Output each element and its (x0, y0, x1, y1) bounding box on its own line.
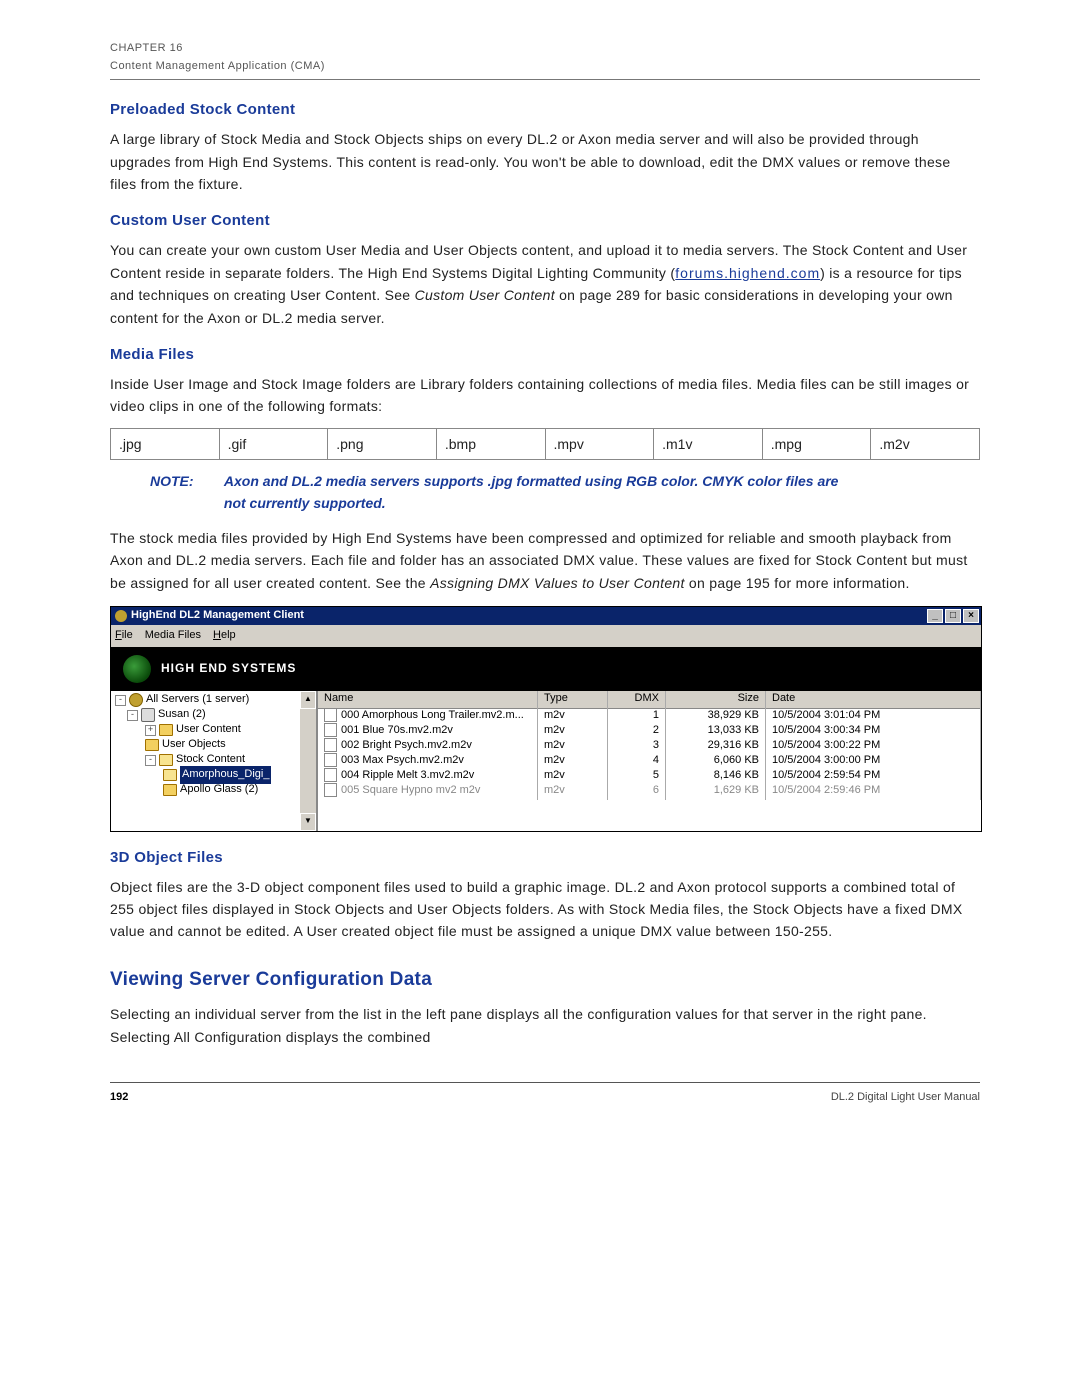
titlebar[interactable]: HighEnd DL2 Management Client _ □ × (111, 607, 981, 625)
brand-bar: HIGH END SYSTEMS (111, 647, 981, 691)
heading-viewing-server: Viewing Server Configuration Data (110, 965, 980, 995)
collapse-icon[interactable]: - (145, 755, 156, 766)
folder-open-icon (159, 754, 173, 766)
ref-assigning-dmx: Assigning DMX Values to User Content (430, 575, 685, 591)
para-media-2b: on page 195 for more information. (685, 575, 910, 591)
para-custom: You can create your own custom User Medi… (110, 239, 980, 329)
menu-media-files[interactable]: Media Files (145, 627, 201, 645)
note-body: Axon and DL.2 media servers supports .jp… (224, 470, 844, 515)
fmt-cell: .mpg (762, 428, 871, 459)
menu-file[interactable]: File (115, 627, 133, 645)
server-icon (141, 708, 155, 722)
fmt-cell: .bmp (436, 428, 545, 459)
tree-root[interactable]: - All Servers (1 server) (111, 693, 316, 708)
fmt-cell: .mpv (545, 428, 654, 459)
file-icon (324, 783, 337, 797)
section-label: Content Management Application (CMA) (110, 58, 980, 76)
cell-name: 002 Bright Psych.mv2.m2v (341, 739, 472, 751)
fmt-cell: .m1v (654, 428, 763, 459)
col-type[interactable]: Type (538, 691, 608, 708)
heading-preloaded: Preloaded Stock Content (110, 98, 980, 122)
cell-type: m2v (538, 782, 608, 800)
header-rule (110, 79, 980, 80)
app-icon (115, 610, 127, 622)
collapse-icon[interactable]: - (127, 710, 138, 721)
tree-apollo[interactable]: Apollo Glass (2) (111, 783, 316, 798)
fmt-cell: .m2v (871, 428, 980, 459)
maximize-button[interactable]: □ (945, 609, 961, 623)
expand-icon[interactable]: + (145, 725, 156, 736)
note-label: NOTE: (150, 470, 220, 492)
cell-size: 1,629 KB (666, 782, 766, 800)
formats-table: .jpg .gif .png .bmp .mpv .m1v .mpg .m2v (110, 428, 980, 460)
brand-text: HIGH END SYSTEMS (161, 659, 296, 678)
heading-custom: Custom User Content (110, 209, 980, 233)
brand-logo-icon (123, 655, 151, 683)
window-title: HighEnd DL2 Management Client (131, 607, 304, 625)
file-icon (324, 738, 337, 752)
collapse-icon[interactable]: - (115, 695, 126, 706)
tree-apollo-label: Apollo Glass (2) (180, 781, 258, 799)
para-media-2: The stock media files provided by High E… (110, 527, 980, 594)
cell-name: 005 Square Hypno mv2 m2v (341, 784, 480, 796)
cell-name: 003 Max Psych.mv2.m2v (341, 754, 464, 766)
fmt-cell: .gif (219, 428, 328, 459)
file-icon (324, 768, 337, 782)
para-3d-object: Object files are the 3-D object componen… (110, 876, 980, 943)
list-item[interactable]: 005 Square Hypno mv2 m2v m2v 6 1,629 KB … (318, 784, 981, 799)
cell-name: 004 Ripple Melt 3.mv2.m2v (341, 769, 474, 781)
col-size[interactable]: Size (666, 691, 766, 708)
app-window: HighEnd DL2 Management Client _ □ × File… (110, 606, 982, 832)
manual-title: DL.2 Digital Light User Manual (831, 1089, 980, 1107)
file-icon (324, 708, 337, 722)
minimize-button[interactable]: _ (927, 609, 943, 623)
chapter-label: CHAPTER 16 (110, 40, 980, 58)
list-header[interactable]: Name Type DMX Size Date (318, 691, 981, 709)
cell-dmx: 6 (608, 782, 666, 800)
page-number: 192 (110, 1089, 128, 1107)
folder-icon (145, 739, 159, 751)
menu-help[interactable]: Help (213, 627, 236, 645)
scroll-down-icon[interactable]: ▼ (300, 813, 316, 831)
close-button[interactable]: × (963, 609, 979, 623)
cell-name: 000 Amorphous Long Trailer.mv2.m... (341, 709, 524, 721)
para-preloaded: A large library of Stock Media and Stock… (110, 128, 980, 195)
scroll-up-icon[interactable]: ▲ (300, 691, 316, 709)
file-list-pane: Name Type DMX Size Date 000 Amorphous Lo… (318, 691, 981, 831)
folder-icon (159, 724, 173, 736)
tree-scrollbar[interactable]: ▲ ▼ (300, 691, 316, 831)
file-icon (324, 753, 337, 767)
tree-pane: - All Servers (1 server) - Susan (2) + U… (111, 691, 318, 831)
heading-3d-object: 3D Object Files (110, 846, 980, 870)
col-dmx[interactable]: DMX (608, 691, 666, 708)
menubar: File Media Files Help (111, 625, 981, 647)
cell-date: 10/5/2004 2:59:46 PM (766, 782, 981, 800)
fmt-cell: .jpg (111, 428, 220, 459)
file-icon (324, 723, 337, 737)
globe-icon (129, 693, 143, 707)
fmt-cell: .png (328, 428, 437, 459)
note-block: NOTE: Axon and DL.2 media servers suppor… (150, 470, 980, 515)
cell-name: 001 Blue 70s.mv2.m2v (341, 724, 453, 736)
link-forums[interactable]: forums.highend.com (675, 265, 820, 281)
para-media-1: Inside User Image and Stock Image folder… (110, 373, 980, 418)
heading-media-files: Media Files (110, 343, 980, 367)
col-date[interactable]: Date (766, 691, 981, 708)
page-footer: 192 DL.2 Digital Light User Manual (110, 1082, 980, 1107)
col-name[interactable]: Name (318, 691, 538, 708)
ref-custom-user-content: Custom User Content (415, 287, 555, 303)
para-viewing-server: Selecting an individual server from the … (110, 1003, 980, 1048)
folder-open-icon (163, 769, 177, 781)
folder-icon (163, 784, 177, 796)
